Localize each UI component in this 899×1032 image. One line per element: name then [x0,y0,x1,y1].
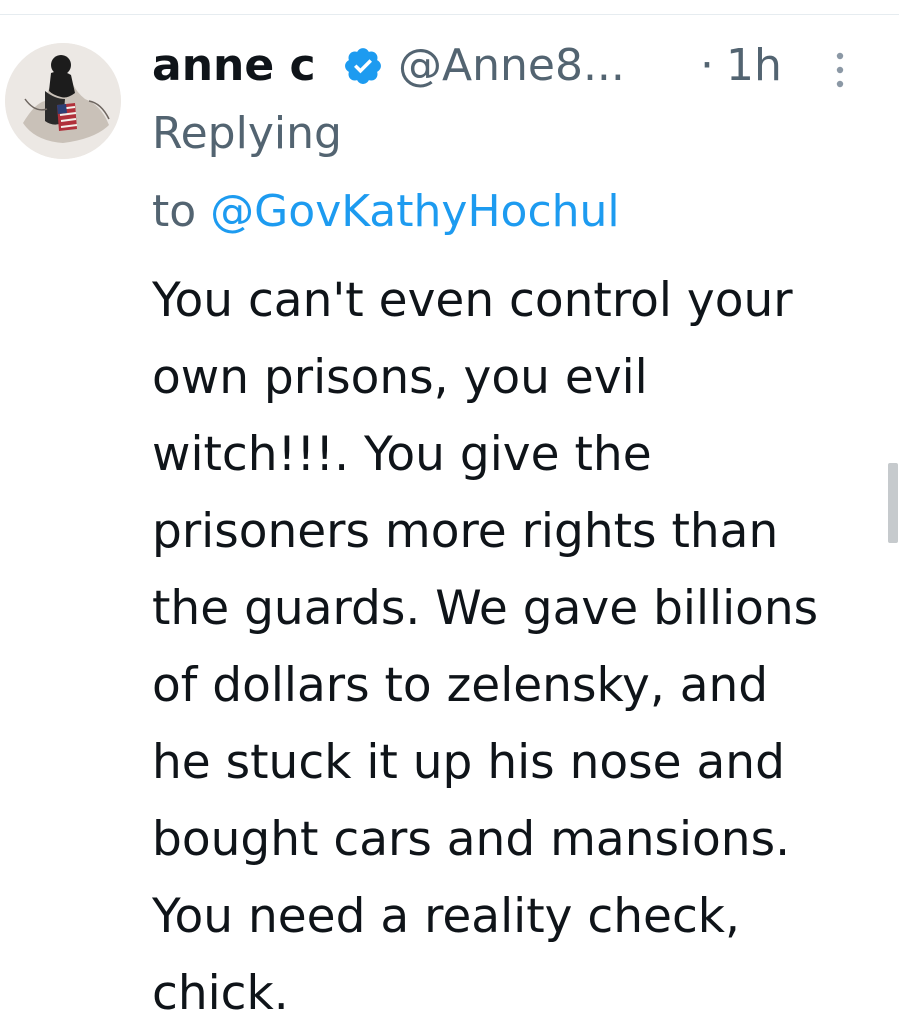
avatar-image [5,43,121,159]
tweet-text-line: prisoners more rights than [152,504,779,559]
tweet-text-line: he stuck it up his nose and [152,735,785,790]
tweet-text-line: of dollars to zelensky, and [152,658,769,713]
avatar[interactable] [5,43,121,159]
reply-mention-link[interactable]: @GovKathyHochul [210,186,619,237]
tweet-text-line: own prisons, you evil [152,350,648,405]
replying-to-line: to @GovKathyHochul [152,184,620,240]
tweet-text-line: bought cars and mansions. [152,812,791,867]
scrollbar-thumb[interactable] [888,463,898,543]
separator-dot: · [700,40,714,91]
verified-badge-icon[interactable] [342,45,384,87]
tweet-text-line: the guards. We gave billions [152,581,819,636]
author-display-name[interactable]: anne c [152,38,316,94]
tweet-header: anne c @Anne8... · 1h [152,38,852,98]
replying-label: Replying [152,108,342,159]
tweet-text-line: chick. [152,966,289,1021]
tweet-text-line: You can't even control your [152,273,793,328]
more-options-icon[interactable] [832,48,848,92]
tweet-text: You can't even control your own prisons,… [152,262,872,1032]
tweet-text-line: You need a reality check, [152,889,740,944]
replying-to-word: to [152,186,197,237]
tweet-timestamp[interactable]: 1h [726,38,782,94]
top-divider [0,14,899,15]
tweet-text-line: witch!!!. You give the [152,427,652,482]
author-handle[interactable]: @Anne8... [398,38,625,94]
